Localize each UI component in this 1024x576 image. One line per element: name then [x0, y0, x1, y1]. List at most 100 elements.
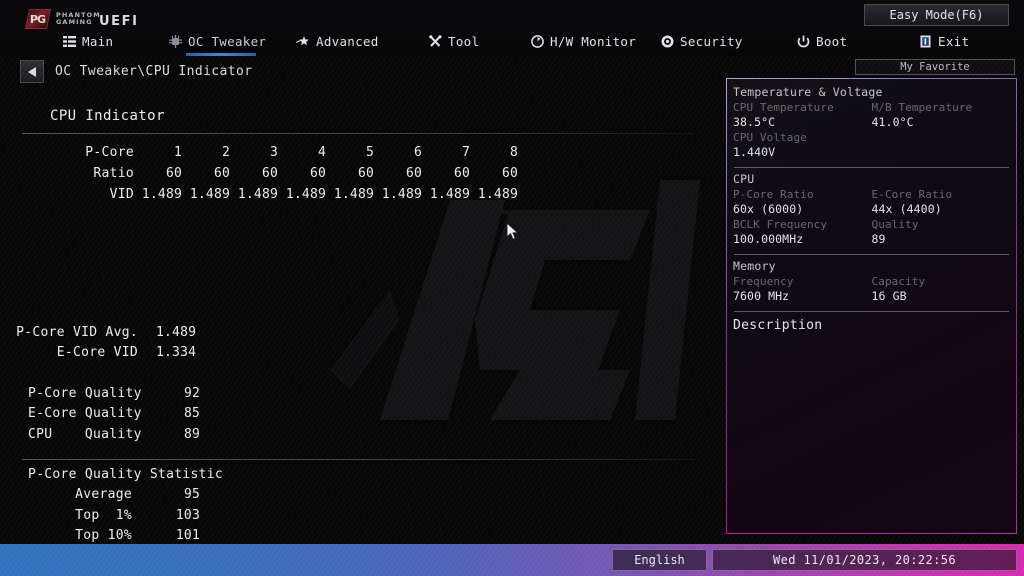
ratio-8: 60	[501, 166, 518, 181]
label-cpu-voltage: CPU Voltage	[733, 131, 807, 144]
tab-security-label: Security	[680, 33, 743, 49]
value-cpu-voltage: 1.440V	[733, 145, 776, 159]
label-cpu-temperature: CPU Temperature	[733, 101, 834, 114]
label-cpu-quality-side: Quality	[871, 218, 919, 231]
exit-icon	[918, 34, 932, 48]
ratio-6: 60	[405, 166, 422, 181]
ratio-1: 60	[165, 166, 182, 181]
vid-3: 1.489	[237, 187, 278, 202]
label-pcore-ratio: P-Core Ratio	[733, 188, 814, 201]
tab-security[interactable]: Security	[660, 29, 743, 53]
brand-line-2: GAMING	[56, 18, 93, 26]
value-cpu-temperature: 38.5°C	[733, 115, 776, 129]
chip-icon	[168, 34, 182, 48]
section-title-cpu: CPU	[733, 172, 755, 186]
row-label-ratio: Ratio	[93, 166, 134, 181]
value-cpu-quality-side: 89	[871, 232, 886, 246]
pcore-2: 2	[221, 145, 230, 160]
pcore-1: 1	[173, 145, 182, 160]
value-bclk-frequency: 100.000MHz	[733, 232, 804, 246]
tab-main-label: Main	[82, 33, 114, 49]
list-icon	[62, 34, 76, 48]
sidebar-divider-2	[734, 254, 1009, 255]
value-stat-average: 95	[183, 487, 200, 503]
memory-row-1: Frequency 7600 MHz Capacity 16 GB	[733, 274, 1010, 304]
bottom-status-bar: English Wed 11/01/2023, 20:22:56	[0, 544, 1024, 576]
pcore-3: 3	[269, 145, 278, 160]
label-ecore-ratio: E-Core Ratio	[871, 188, 953, 201]
temp-voltage-row-2: CPU Voltage 1.440V	[733, 130, 1010, 160]
tab-tool[interactable]: Tool	[428, 29, 479, 53]
tab-hw-monitor-label: H/W Monitor	[550, 33, 637, 49]
brand-wordmark: PHANTOM GAMING	[56, 12, 101, 26]
label-memory-frequency: Frequency	[733, 275, 794, 288]
back-button[interactable]	[20, 60, 44, 83]
my-favorite-button[interactable]: My Favorite	[855, 59, 1015, 75]
tab-main[interactable]: Main	[62, 29, 113, 53]
label-cpu-quality: CPU Quality	[28, 426, 142, 442]
language-button[interactable]: English	[612, 549, 707, 571]
list-item-pcore-quality: P-Core Quality 92	[0, 383, 200, 404]
value-cpu-quality: 89	[183, 426, 200, 442]
value-stat-top10: 101	[175, 528, 200, 544]
content-divider-bottom	[22, 459, 694, 460]
tab-advanced[interactable]: Advanced	[296, 29, 379, 53]
ratio-7: 60	[453, 166, 470, 181]
pcore-7: 7	[461, 145, 470, 160]
active-tab-indicator	[186, 53, 256, 56]
row-label-pcore: P-Core	[85, 145, 134, 160]
tab-exit[interactable]: Exit	[918, 29, 969, 53]
main-tab-bar: Main OC Tweaker Advanced Tool H/W Monito…	[0, 29, 1024, 56]
list-item-stat-top10: Top 10% 101	[0, 526, 223, 547]
main-content-panel: CPU Indicator P-Core 1 2 3 4 5 6 7 8 Rat…	[0, 94, 716, 543]
top-bar: PG PHANTOM GAMING UEFI Easy Mode(F6) Mai…	[0, 0, 1024, 56]
description-title: Description	[733, 318, 823, 333]
star-icon	[296, 34, 310, 48]
tools-icon	[428, 34, 442, 48]
power-icon	[796, 34, 810, 48]
page-title: CPU Indicator	[50, 108, 165, 124]
cpu-row-1: P-Core Ratio 60x (6000) E-Core Ratio 44x…	[733, 187, 1010, 217]
tab-hw-monitor[interactable]: H/W Monitor	[530, 29, 636, 53]
quality-block: P-Core Quality 92 E-Core Quality 85 CPU …	[0, 383, 200, 445]
cpu-row-2: BCLK Frequency 100.000MHz Quality 89	[733, 217, 1010, 247]
label-ecore-vid: E-Core VID	[56, 345, 138, 361]
ratio-3: 60	[261, 166, 278, 181]
value-ecore-ratio: 44x (4400)	[871, 202, 942, 216]
section-title-memory: Memory	[733, 259, 776, 273]
vid-6: 1.489	[381, 187, 422, 202]
datetime-display[interactable]: Wed 11/01/2023, 20:22:56	[712, 549, 1017, 571]
table-row-vid: VID 1.489 1.489 1.489 1.489 1.489 1.489 …	[0, 184, 518, 205]
pcore-5: 5	[365, 145, 374, 160]
tab-oc-tweaker[interactable]: OC Tweaker	[168, 29, 266, 56]
list-item-ecore-vid: E-Core VID 1.334	[0, 343, 200, 364]
value-pcore-ratio: 60x (6000)	[733, 202, 804, 216]
label-stat-average: Average	[75, 487, 132, 503]
badge-text: PG	[30, 12, 46, 26]
label-ecore-quality: E-Core Quality	[28, 406, 142, 422]
bios-screen: PG PHANTOM GAMING UEFI Easy Mode(F6) Mai…	[0, 0, 1024, 576]
shield-icon	[660, 34, 674, 48]
info-side-panel: Temperature & Voltage CPU Temperature 38…	[726, 78, 1017, 534]
value-pcore-quality: 92	[183, 385, 200, 401]
list-item-ecore-quality: E-Core Quality 85	[0, 404, 200, 425]
sidebar-divider-1	[734, 167, 1009, 168]
mouse-cursor	[506, 221, 519, 245]
label-mb-temperature: M/B Temperature	[871, 101, 973, 114]
label-stat-top10: Top 10%	[75, 528, 132, 544]
list-item-cpu-quality: CPU Quality 89	[0, 424, 200, 445]
easy-mode-button[interactable]: Easy Mode(F6)	[864, 4, 1009, 26]
pcore-quality-statistic-block: P-Core Quality Statistic Average 95 Top …	[0, 464, 223, 546]
tab-advanced-label: Advanced	[316, 33, 379, 49]
vid-5: 1.489	[333, 187, 374, 202]
vid-4: 1.489	[285, 187, 326, 202]
tab-tool-label: Tool	[448, 33, 480, 49]
tab-boot[interactable]: Boot	[796, 29, 847, 53]
table-row-pcore: P-Core 1 2 3 4 5 6 7 8	[0, 142, 518, 163]
tab-boot-label: Boot	[816, 33, 848, 49]
row-label-vid: VID	[109, 187, 134, 202]
breadcrumb: OC Tweaker\CPU Indicator	[55, 64, 253, 79]
value-pcore-vid-avg: 1.489	[156, 324, 197, 340]
pcore-8: 8	[509, 145, 518, 160]
value-stat-top1: 103	[175, 507, 200, 523]
